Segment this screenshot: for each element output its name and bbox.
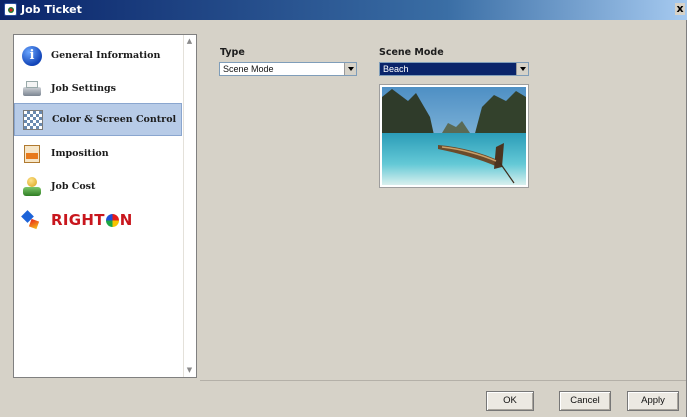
righton-logo: RIGHT N — [51, 211, 133, 229]
scene-mode-select-value: Beach — [383, 64, 409, 74]
sidebar-item-label: Job Cost — [51, 181, 96, 192]
divider — [200, 380, 686, 381]
cancel-button[interactable]: Cancel — [559, 391, 611, 411]
sidebar: i General Information Job Settings Color… — [13, 34, 197, 378]
sidebar-item-label: Imposition — [51, 148, 109, 159]
sidebar-item-label: Color & Screen Control — [52, 114, 177, 125]
sidebar-item-job-settings[interactable]: Job Settings — [14, 72, 182, 105]
scene-preview — [379, 84, 529, 188]
righton-brand[interactable]: RIGHT N — [14, 205, 182, 235]
close-button[interactable]: x — [675, 3, 685, 15]
imposition-icon — [22, 144, 42, 164]
sidebar-item-general-information[interactable]: i General Information — [14, 39, 182, 72]
chevron-down-icon[interactable] — [344, 63, 356, 75]
sidebar-item-color-screen-control[interactable]: Color & Screen Control — [14, 103, 182, 136]
scene-mode-select[interactable]: Beach — [379, 62, 529, 76]
type-label: Type — [220, 47, 245, 58]
printer-icon — [22, 79, 42, 99]
sidebar-item-job-cost[interactable]: Job Cost — [14, 170, 182, 203]
sidebar-item-label: General Information — [51, 50, 161, 61]
title-bar[interactable]: Job Ticket x — [0, 0, 687, 20]
info-icon: i — [22, 45, 42, 66]
sidebar-item-imposition[interactable]: Imposition — [14, 137, 182, 170]
righton-icon — [21, 209, 43, 231]
chevron-down-icon[interactable] — [516, 63, 528, 75]
color-screen-icon — [23, 109, 43, 130]
sidebar-item-label: Job Settings — [51, 83, 116, 94]
window-title: Job Ticket — [21, 3, 82, 16]
scene-mode-label: Scene Mode — [379, 47, 444, 58]
sidebar-scrollbar[interactable]: ▲ ▼ — [183, 35, 196, 377]
job-ticket-window: Job Ticket x i General Information Job S… — [0, 0, 687, 417]
color-wheel-icon — [105, 213, 119, 227]
beach-preview-image — [382, 87, 526, 185]
app-icon — [4, 3, 17, 16]
job-cost-icon — [22, 176, 42, 197]
type-select[interactable]: Scene Mode — [219, 62, 357, 76]
ok-button[interactable]: OK — [486, 391, 534, 411]
scroll-down-icon[interactable]: ▼ — [186, 367, 193, 374]
scroll-up-icon[interactable]: ▲ — [186, 38, 193, 45]
apply-button[interactable]: Apply — [627, 391, 679, 411]
type-select-value: Scene Mode — [223, 64, 274, 74]
